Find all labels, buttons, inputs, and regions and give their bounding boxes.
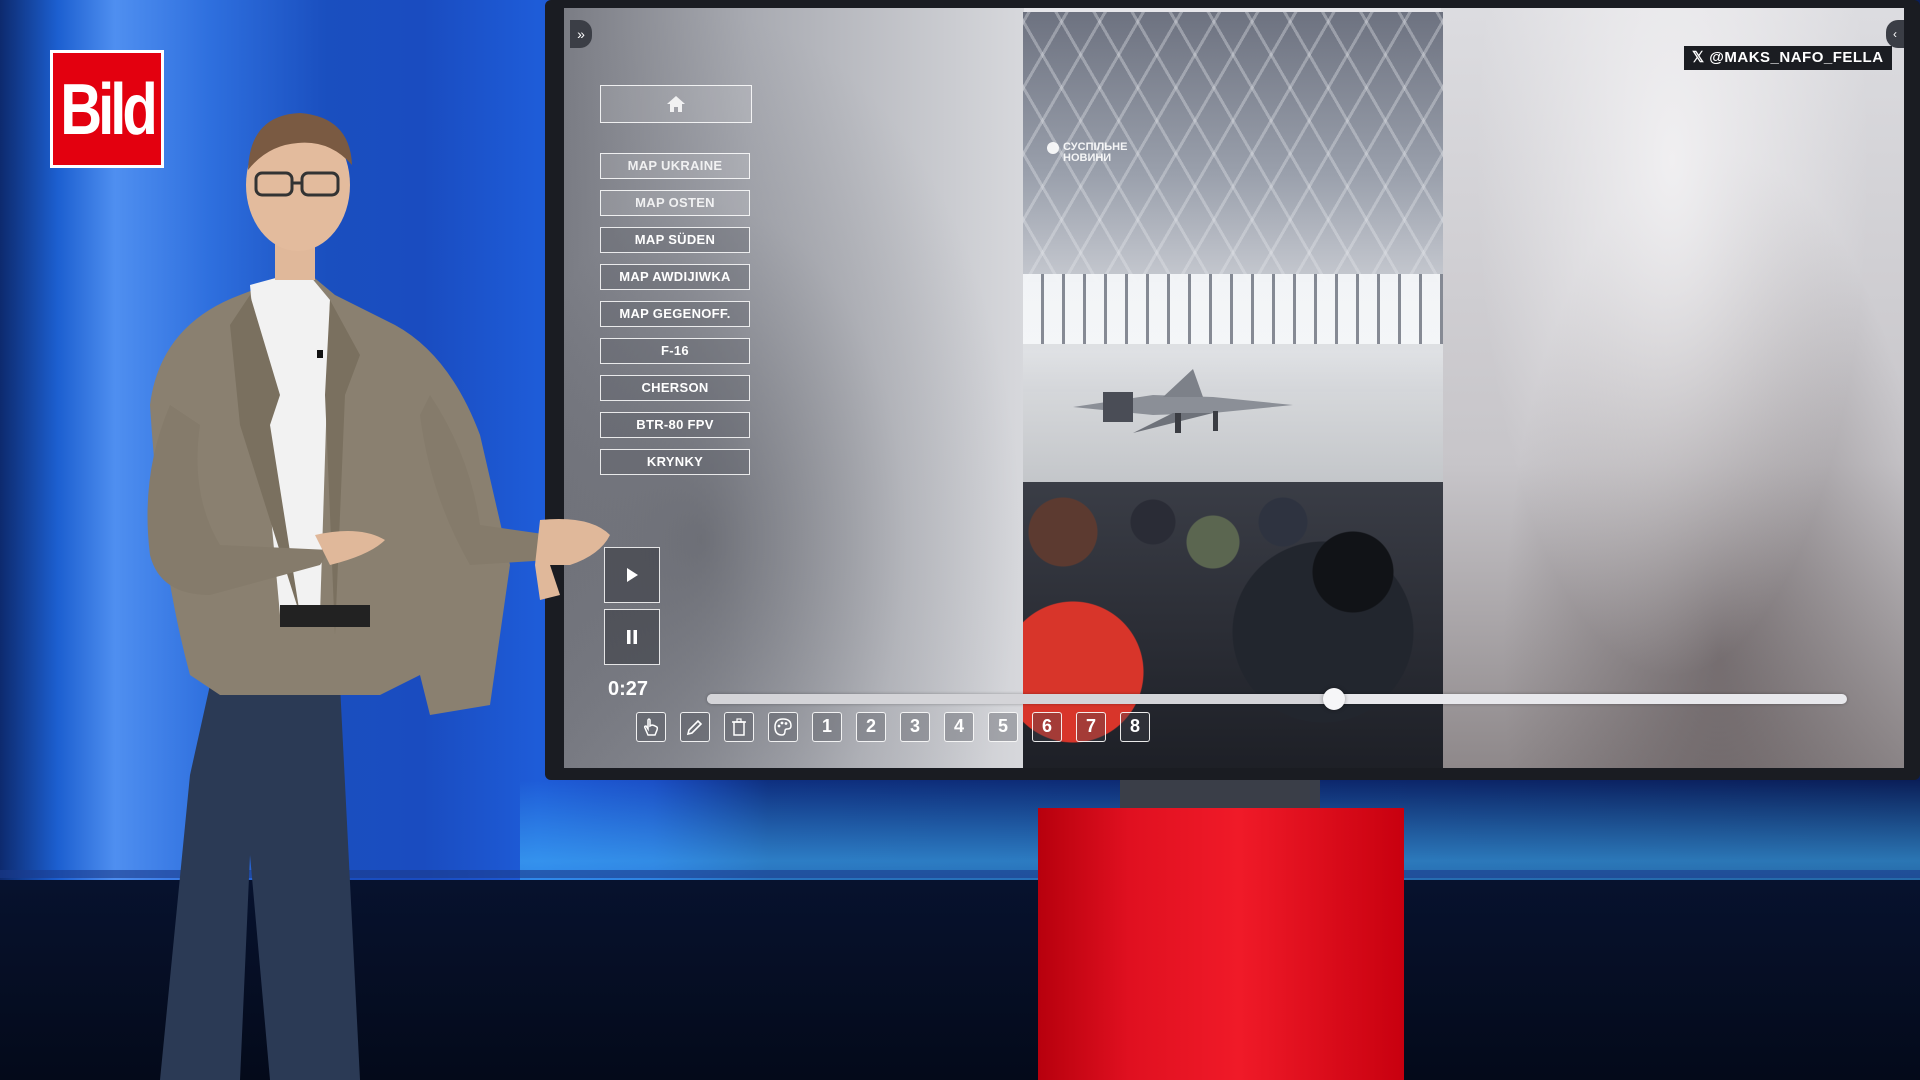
drawing-toolbar: 12345678 bbox=[636, 712, 1150, 742]
progress-fill bbox=[707, 694, 1334, 704]
page-button-4[interactable]: 4 bbox=[944, 712, 974, 742]
source-credit: 𝕏 @MAKS_NAFO_FELLA bbox=[1684, 46, 1892, 70]
page-button-6[interactable]: 6 bbox=[1032, 712, 1062, 742]
expand-panel-button[interactable]: » bbox=[570, 20, 592, 48]
video-frame[interactable]: СУСПІЛЬНЕ НОВИНИ bbox=[1023, 12, 1443, 768]
trash-icon bbox=[732, 718, 746, 736]
home-icon bbox=[667, 96, 685, 112]
pencil-tool-button[interactable] bbox=[680, 712, 710, 742]
video-watermark: СУСПІЛЬНЕ НОВИНИ bbox=[1047, 142, 1127, 164]
blurred-background-right bbox=[1441, 8, 1904, 768]
delete-tool-button[interactable] bbox=[724, 712, 754, 742]
page-button-2[interactable]: 2 bbox=[856, 712, 886, 742]
chevron-left-icon: ‹ bbox=[1893, 27, 1897, 41]
f16-jet-image bbox=[1073, 369, 1293, 433]
progress-bar[interactable] bbox=[707, 688, 1847, 710]
page-button-1[interactable]: 1 bbox=[812, 712, 842, 742]
progress-handle[interactable] bbox=[1323, 688, 1345, 710]
hangar-windows bbox=[1023, 274, 1443, 344]
presenter bbox=[147, 113, 610, 1080]
monitor-screen: СУСПІЛЬНЕ НОВИНИ » ‹ 𝕏 @MAKS_NAFO_FELLA … bbox=[564, 8, 1904, 768]
page-button-8[interactable]: 8 bbox=[1120, 712, 1150, 742]
double-chevron-right-icon: » bbox=[577, 26, 585, 42]
color-tool-button[interactable] bbox=[768, 712, 798, 742]
suspilne-logo-icon bbox=[1047, 142, 1059, 154]
page-button-3[interactable]: 3 bbox=[900, 712, 930, 742]
palette-icon bbox=[774, 718, 792, 736]
watermark-line-2: НОВИНИ bbox=[1063, 152, 1112, 164]
page-button-5[interactable]: 5 bbox=[988, 712, 1018, 742]
red-pedestal bbox=[1038, 808, 1404, 1080]
pencil-icon bbox=[686, 719, 703, 736]
right-edge-handle[interactable]: ‹ bbox=[1886, 20, 1904, 48]
page-button-7[interactable]: 7 bbox=[1076, 712, 1106, 742]
